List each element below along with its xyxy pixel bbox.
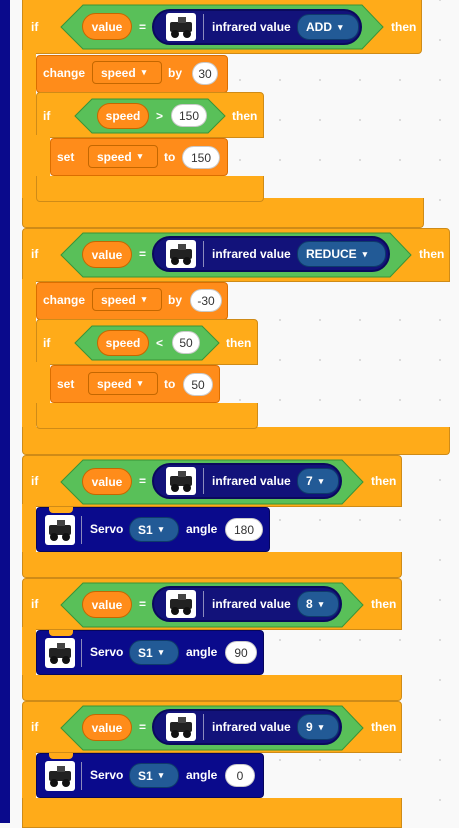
then-label: then xyxy=(226,336,252,350)
infrared-label: infrared value xyxy=(212,597,291,611)
c-foot xyxy=(22,798,402,828)
inner-if-label: if xyxy=(43,336,51,350)
equals-sign: = xyxy=(139,247,147,261)
value-reporter[interactable]: value xyxy=(82,468,132,495)
c-foot xyxy=(22,552,402,578)
divider xyxy=(203,241,204,267)
inner-if-label: if xyxy=(43,109,51,123)
equals-sign: = xyxy=(139,720,147,734)
value-reporter[interactable]: value xyxy=(82,591,132,618)
robot-car-icon xyxy=(166,467,196,495)
number-input[interactable]: 30 xyxy=(192,62,218,85)
angle-label: angle xyxy=(186,645,218,659)
number-input[interactable]: 50 xyxy=(172,331,200,354)
c-arm xyxy=(22,50,36,200)
angle-input[interactable]: 180 xyxy=(225,518,263,541)
servo-port-dropdown[interactable]: S1 ▾ xyxy=(129,640,179,665)
compare-sign: < xyxy=(156,336,164,350)
then-label: then xyxy=(371,474,397,488)
c-arm xyxy=(22,750,36,800)
then-label: then xyxy=(371,597,397,611)
variable-dropdown[interactable]: speed ▾ xyxy=(88,372,158,395)
robot-car-icon xyxy=(166,590,196,618)
angle-label: angle xyxy=(186,768,218,782)
infrared-label: infrared value xyxy=(212,20,291,34)
equals-sign: = xyxy=(139,474,147,488)
variable-dropdown[interactable]: speed ▾ xyxy=(92,61,162,84)
servo-label: Servo xyxy=(90,645,124,659)
robot-car-icon xyxy=(45,515,75,545)
divider xyxy=(203,14,204,40)
inner-c-arm xyxy=(36,362,50,407)
then-label: then xyxy=(371,720,397,734)
divider xyxy=(81,516,82,544)
servo-port-dropdown[interactable]: S1 ▾ xyxy=(129,763,179,788)
divider xyxy=(203,714,204,740)
if-label: if xyxy=(31,20,39,34)
robot-car-icon xyxy=(45,761,75,791)
robot-car-icon xyxy=(166,13,196,41)
variable-dropdown[interactable]: speed ▾ xyxy=(92,288,162,311)
c-arm xyxy=(22,279,36,429)
variable-dropdown[interactable]: speed ▾ xyxy=(88,145,158,168)
stack-spine xyxy=(0,0,10,823)
servo-label: Servo xyxy=(90,768,124,782)
speed-reporter[interactable]: speed xyxy=(97,330,149,356)
inner-c-foot xyxy=(36,403,258,429)
then-label: then xyxy=(232,109,258,123)
divider xyxy=(81,639,82,667)
divider xyxy=(203,468,204,494)
if-label: if xyxy=(31,247,39,261)
change-label: change xyxy=(43,66,86,80)
if-label: if xyxy=(31,720,39,734)
speed-reporter[interactable]: speed xyxy=(97,103,149,129)
if-label: if xyxy=(31,597,39,611)
infrared-label: infrared value xyxy=(212,720,291,734)
value-reporter[interactable]: value xyxy=(82,241,132,268)
number-input[interactable]: -30 xyxy=(190,289,222,312)
then-label: then xyxy=(419,247,445,261)
to-label: to xyxy=(164,377,176,391)
inner-c-arm xyxy=(36,135,50,180)
servo-port-dropdown[interactable]: S1 ▾ xyxy=(129,517,179,542)
to-label: to xyxy=(164,150,176,164)
if-label: if xyxy=(31,474,39,488)
by-label: by xyxy=(168,293,183,307)
infrared-label: infrared value xyxy=(212,247,291,261)
button-dropdown[interactable]: 8 ▾ xyxy=(297,591,339,617)
c-foot xyxy=(22,198,424,228)
robot-car-icon xyxy=(45,638,75,668)
number-input[interactable]: 50 xyxy=(183,373,213,396)
set-label: set xyxy=(57,150,75,164)
set-label: set xyxy=(57,377,75,391)
angle-label: angle xyxy=(186,522,218,536)
divider xyxy=(81,762,82,790)
number-input[interactable]: 150 xyxy=(171,104,207,127)
infrared-label: infrared value xyxy=(212,474,291,488)
c-arm xyxy=(22,504,36,554)
value-reporter[interactable]: value xyxy=(82,714,132,741)
button-dropdown[interactable]: 9 ▾ xyxy=(297,714,339,740)
value-reporter[interactable]: value xyxy=(82,13,132,40)
compare-sign: > xyxy=(156,109,164,123)
divider xyxy=(203,591,204,617)
c-arm xyxy=(22,627,36,677)
button-dropdown[interactable]: 7 ▾ xyxy=(297,468,339,494)
button-dropdown[interactable]: REDUCE ▾ xyxy=(297,241,386,267)
then-label: then xyxy=(391,20,417,34)
change-label: change xyxy=(43,293,86,307)
equals-sign: = xyxy=(139,597,147,611)
angle-input[interactable]: 90 xyxy=(225,641,257,664)
robot-car-icon xyxy=(166,713,196,741)
angle-input[interactable]: 0 xyxy=(225,764,255,787)
button-dropdown[interactable]: ADD ▾ xyxy=(297,14,359,40)
servo-label: Servo xyxy=(90,522,124,536)
c-foot xyxy=(22,675,402,701)
number-input[interactable]: 150 xyxy=(182,146,220,169)
inner-c-foot xyxy=(36,176,264,202)
by-label: by xyxy=(168,66,183,80)
equals-sign: = xyxy=(139,20,147,34)
robot-car-icon xyxy=(166,240,196,268)
c-foot xyxy=(22,427,450,455)
